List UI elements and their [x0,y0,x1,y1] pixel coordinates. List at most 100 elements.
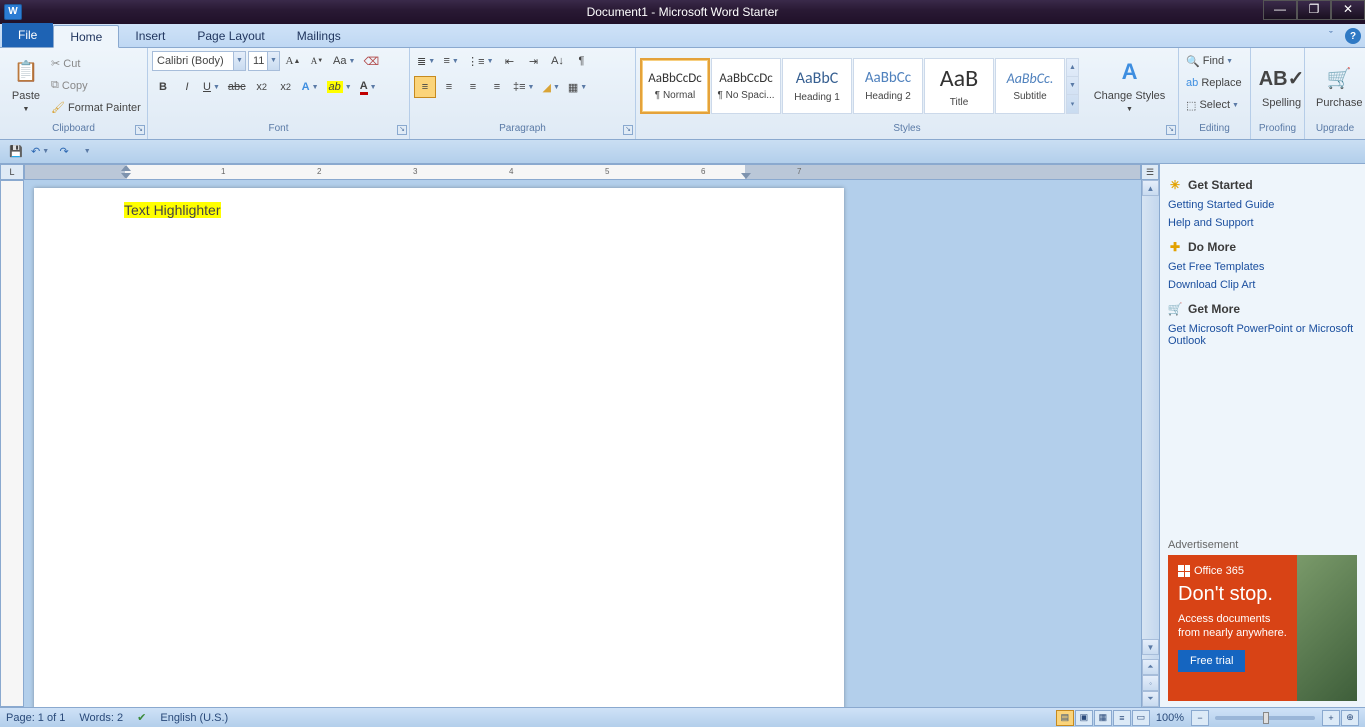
superscript-button[interactable]: x2 [275,76,297,98]
zoom-in-button[interactable]: + [1322,710,1340,726]
styles-launcher[interactable]: ↘ [1166,125,1176,135]
redo-button[interactable]: ↷ [54,142,74,162]
link-get-powerpoint-outlook[interactable]: Get Microsoft PowerPoint or Microsoft Ou… [1168,323,1357,347]
align-center-button[interactable]: ≡ [438,76,460,98]
font-launcher[interactable]: ↘ [397,125,407,135]
status-language[interactable]: English (U.S.) [160,712,228,724]
status-page[interactable]: Page: 1 of 1 [6,712,65,724]
shading-button[interactable]: ◢▼ [539,76,562,98]
change-case-button[interactable]: Aa▼ [330,50,358,72]
right-indent-marker[interactable] [741,173,751,179]
close-button[interactable]: ✕ [1331,0,1365,20]
style-slot-heading-2[interactable]: AaBbCcHeading 2 [853,58,923,114]
paragraph-launcher[interactable]: ↘ [623,125,633,135]
minimize-button[interactable]: — [1263,0,1297,20]
font-name-combo[interactable]: Calibri (Body)▼ [152,51,246,71]
bold-button[interactable]: B [152,76,174,98]
font-color-button[interactable]: A▼ [357,76,380,98]
document-text[interactable]: Text Highlighter [124,202,221,218]
font-size-combo[interactable]: 11▼ [248,51,280,71]
zoom-out-button[interactable]: − [1191,710,1209,726]
borders-button[interactable]: ▦▼ [565,76,590,98]
increase-indent-button[interactable]: ⇥ [523,50,545,72]
web-layout-view-button[interactable]: ▦ [1094,710,1112,726]
text-effects-button[interactable]: A▼ [299,76,322,98]
clear-formatting-button[interactable]: ⌫ [360,50,382,72]
style-gallery-expand[interactable]: ▾ [1067,95,1078,112]
restore-button[interactable]: ❐ [1297,0,1331,20]
spelling-button[interactable]: AB✓ Spelling [1255,60,1308,112]
zoom-slider-thumb[interactable] [1263,712,1269,724]
full-screen-view-button[interactable]: ▣ [1075,710,1093,726]
advertisement[interactable]: Office 365 Don't stop. Access documents … [1168,555,1357,701]
tab-page-layout[interactable]: Page Layout [181,24,280,47]
highlight-button[interactable]: ab▼ [324,76,355,98]
subscript-button[interactable]: x2 [251,76,273,98]
vertical-ruler[interactable] [0,180,24,707]
style-scroll-down[interactable]: ▼ [1067,77,1078,95]
align-right-button[interactable]: ≡ [462,76,484,98]
scroll-down-button[interactable]: ▼ [1142,639,1159,655]
style-scroll-up[interactable]: ▲ [1067,59,1078,77]
multilevel-list-button[interactable]: ⋮≡▼ [464,50,496,72]
format-painter-button[interactable]: 🖌 Format Painter [48,97,144,119]
find-button[interactable]: 🔍 Find▼ [1183,50,1249,72]
cut-button[interactable]: ✂ Cut [48,53,144,75]
tab-selector[interactable]: L [0,164,24,180]
style-slot--no-spaci-[interactable]: AaBbCcDc¶ No Spaci... [711,58,781,114]
replace-button[interactable]: ab Replace [1183,72,1249,94]
qat-customize-button[interactable]: ▼ [76,142,96,162]
zoom-slider[interactable] [1215,716,1315,720]
link-download-clip-art[interactable]: Download Clip Art [1168,279,1357,291]
grow-font-button[interactable]: A▲ [282,50,304,72]
underline-button[interactable]: U▼ [200,76,223,98]
next-page-button[interactable]: ⏷ [1142,691,1159,707]
page[interactable]: Text Highlighter [34,188,844,707]
scroll-up-button[interactable]: ▲ [1142,180,1159,196]
show-marks-button[interactable]: ¶ [571,50,593,72]
ruler-toggle-button[interactable]: ☰ [1141,164,1159,180]
purchase-button[interactable]: 🛒 Purchase [1309,60,1365,112]
bullets-button[interactable]: ≣▼ [414,50,438,72]
document-canvas[interactable]: Text Highlighter [24,180,1141,707]
browse-object-button[interactable]: ◦ [1142,675,1159,691]
ad-cta-button[interactable]: Free trial [1178,650,1245,672]
link-get-free-templates[interactable]: Get Free Templates [1168,261,1357,273]
line-spacing-button[interactable]: ‡≡▼ [510,76,537,98]
tab-home[interactable]: Home [53,25,119,48]
shrink-font-button[interactable]: A▼ [306,50,328,72]
strikethrough-button[interactable]: abc [225,76,249,98]
style-slot-title[interactable]: AaBTitle [924,58,994,114]
decrease-indent-button[interactable]: ⇤ [499,50,521,72]
style-slot--normal[interactable]: AaBbCcDc¶ Normal [640,58,710,114]
clipboard-launcher[interactable]: ↘ [135,125,145,135]
link-getting-started-guide[interactable]: Getting Started Guide [1168,199,1357,211]
tab-insert[interactable]: Insert [119,24,181,47]
undo-button[interactable]: ↶▼ [28,142,52,162]
hanging-indent-marker[interactable] [121,173,131,179]
select-button[interactable]: ⬚ Select▼ [1183,94,1249,116]
help-icon[interactable]: ? [1345,28,1361,44]
style-slot-heading-1[interactable]: AaBbCHeading 1 [782,58,852,114]
prev-page-button[interactable]: ⏶ [1142,659,1159,675]
link-help-and-support[interactable]: Help and Support [1168,217,1357,229]
copy-button[interactable]: ⧉ Copy [48,75,144,97]
change-styles-button[interactable]: A Change Styles ▼ [1085,53,1174,119]
zoom-level[interactable]: 100% [1156,712,1184,724]
numbering-button[interactable]: ≡▼ [440,50,462,72]
outline-view-button[interactable]: ≡ [1113,710,1131,726]
justify-button[interactable]: ≡ [486,76,508,98]
save-button[interactable]: 💾 [6,142,26,162]
status-words[interactable]: Words: 2 [79,712,123,724]
status-proofing-icon[interactable]: ✔ [137,711,146,724]
sort-button[interactable]: A↓ [547,50,569,72]
first-line-indent-marker[interactable] [121,165,131,171]
file-tab[interactable]: File [2,23,53,47]
align-left-button[interactable]: ≡ [414,76,436,98]
print-layout-view-button[interactable]: ▤ [1056,710,1074,726]
style-slot-subtitle[interactable]: AaBbCc.Subtitle [995,58,1065,114]
scroll-track[interactable] [1142,196,1159,639]
horizontal-ruler[interactable]: 1 2 3 4 5 6 7 [24,164,1141,180]
tab-mailings[interactable]: Mailings [281,24,357,47]
paste-button[interactable]: 📋 Paste▼ [4,53,48,119]
